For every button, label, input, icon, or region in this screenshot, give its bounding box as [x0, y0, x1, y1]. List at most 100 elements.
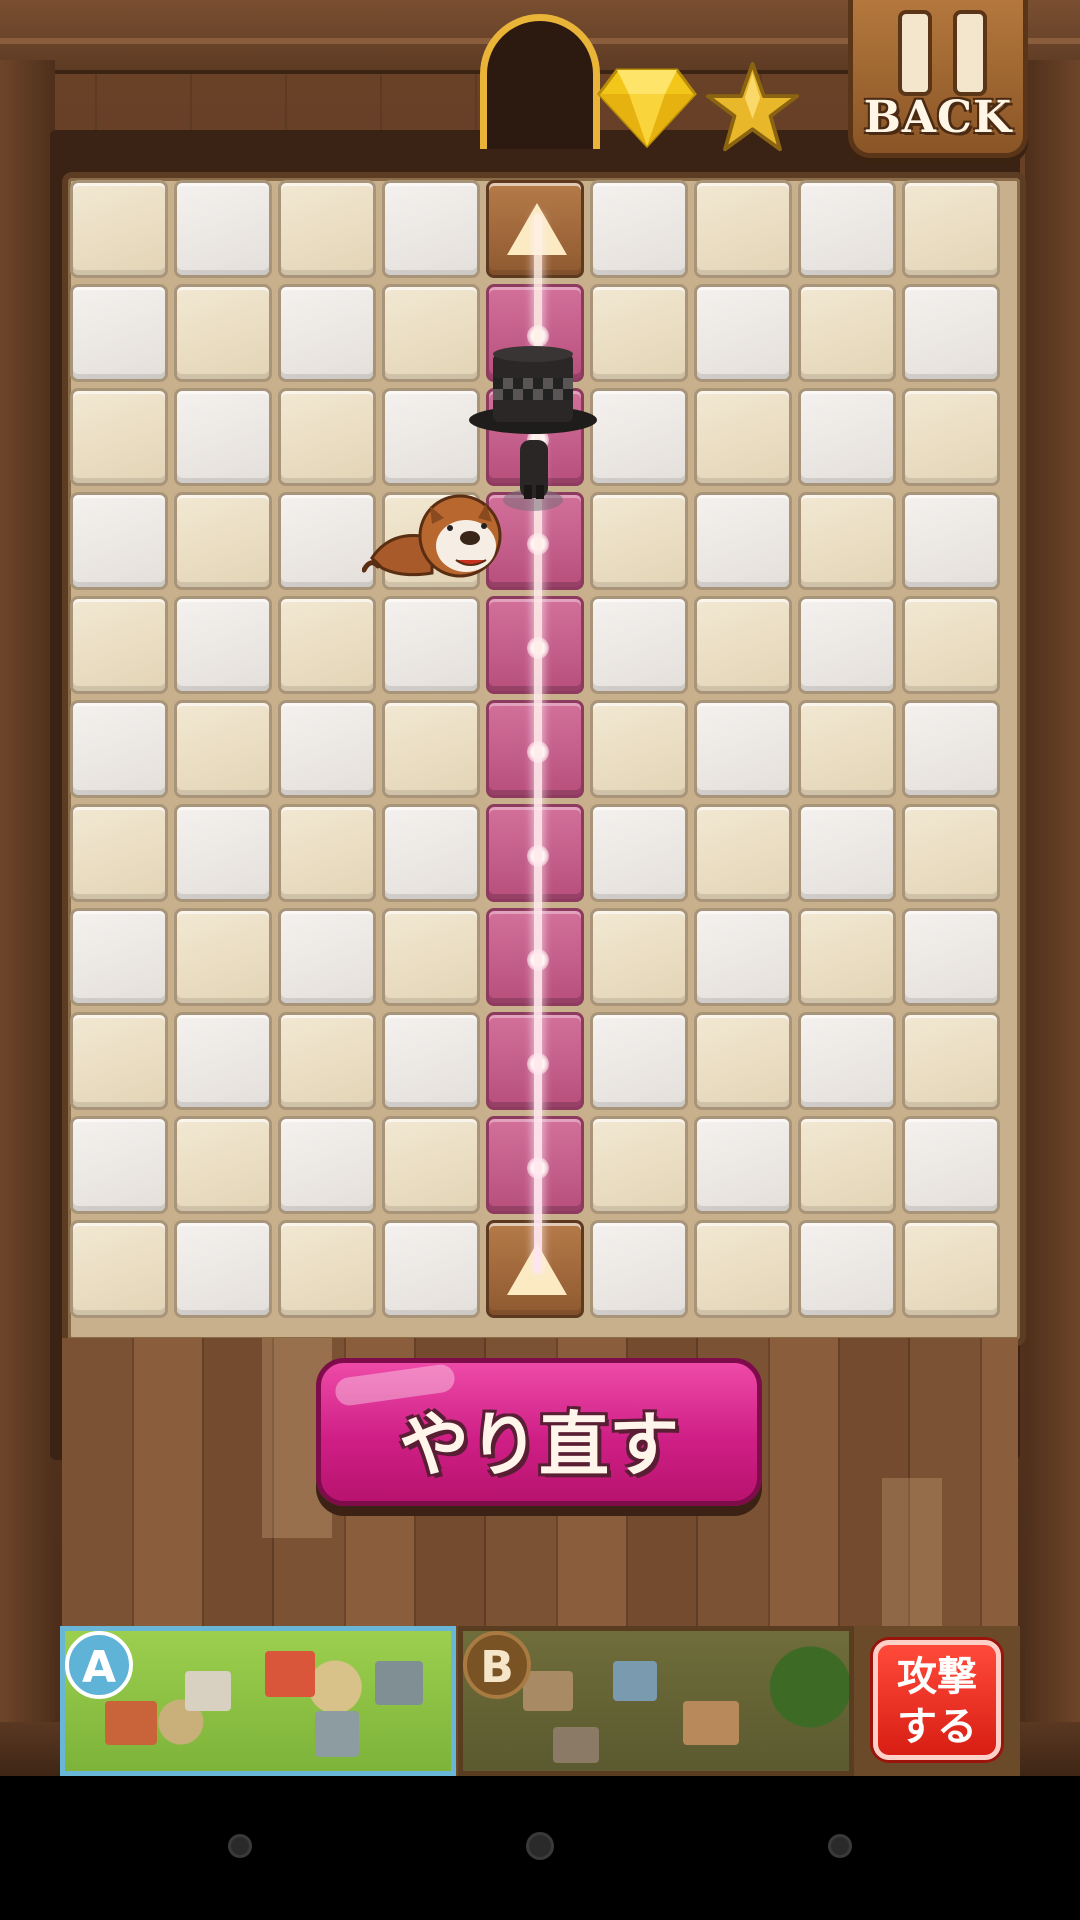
board-tile[interactable]	[798, 388, 896, 486]
board-tile[interactable]	[902, 388, 1000, 486]
board-tile[interactable]	[382, 804, 480, 902]
board-tile[interactable]	[694, 700, 792, 798]
board-tile[interactable]	[70, 804, 168, 902]
board-tile[interactable]	[382, 1012, 480, 1110]
left-wall-frame	[0, 60, 55, 1760]
board-tile[interactable]	[70, 596, 168, 694]
board-tile[interactable]	[798, 1220, 896, 1318]
board-tile[interactable]	[70, 1116, 168, 1214]
board-tile[interactable]	[694, 388, 792, 486]
board-tile[interactable]	[174, 908, 272, 1006]
board-tile[interactable]	[590, 804, 688, 902]
board-tile[interactable]	[174, 180, 272, 278]
board-tile[interactable]	[174, 700, 272, 798]
board-tile[interactable]	[174, 284, 272, 382]
board-tile[interactable]	[590, 700, 688, 798]
board-tile[interactable]	[798, 180, 896, 278]
board-tile[interactable]	[694, 804, 792, 902]
board-tile[interactable]	[902, 1220, 1000, 1318]
board-tile[interactable]	[278, 596, 376, 694]
nav-home-button[interactable]	[526, 1832, 554, 1860]
nav-recents-button[interactable]	[828, 1834, 852, 1858]
board-tile[interactable]	[798, 1012, 896, 1110]
board-tile[interactable]	[382, 596, 480, 694]
retry-button[interactable]: やり直す	[316, 1358, 762, 1506]
nav-back-button[interactable]	[228, 1834, 252, 1858]
board-tile[interactable]	[798, 492, 896, 590]
board-tile[interactable]	[590, 388, 688, 486]
board-tile[interactable]	[174, 492, 272, 590]
board-tile[interactable]	[590, 492, 688, 590]
board-tile[interactable]	[174, 1220, 272, 1318]
board-tile[interactable]	[70, 700, 168, 798]
board-tile[interactable]	[382, 388, 480, 486]
board-tile[interactable]	[278, 1116, 376, 1214]
board-tile[interactable]	[590, 1116, 688, 1214]
board-tile[interactable]	[902, 284, 1000, 382]
board-tile[interactable]	[382, 180, 480, 278]
board-tile[interactable]	[382, 908, 480, 1006]
board-tile[interactable]	[694, 492, 792, 590]
board-tile[interactable]	[694, 908, 792, 1006]
board-tile[interactable]	[902, 700, 1000, 798]
game-screen: BACK やり直す A B 攻撃 する	[0, 0, 1080, 1776]
board-tile[interactable]	[278, 804, 376, 902]
board-tile[interactable]	[174, 1116, 272, 1214]
board-tile[interactable]	[590, 1012, 688, 1110]
board-tile[interactable]	[174, 388, 272, 486]
bulldog-character[interactable]	[362, 488, 512, 588]
board-tile[interactable]	[902, 1012, 1000, 1110]
board-tile[interactable]	[694, 1220, 792, 1318]
board-tile[interactable]	[694, 1012, 792, 1110]
board-tile[interactable]	[70, 908, 168, 1006]
board-tile[interactable]	[70, 388, 168, 486]
village-b-panel[interactable]: B	[458, 1626, 854, 1776]
board-tile[interactable]	[902, 1116, 1000, 1214]
board-tile[interactable]	[798, 1116, 896, 1214]
board-tile[interactable]	[174, 804, 272, 902]
board-tile[interactable]	[590, 596, 688, 694]
exit-door-icon	[480, 14, 600, 149]
board-tile[interactable]	[70, 284, 168, 382]
board-tile[interactable]	[902, 492, 1000, 590]
board-tile[interactable]	[70, 1220, 168, 1318]
board-tile[interactable]	[798, 804, 896, 902]
gold-star-icon	[705, 61, 800, 152]
board-tile[interactable]	[590, 908, 688, 1006]
board-tile[interactable]	[382, 700, 480, 798]
board-tile[interactable]	[902, 180, 1000, 278]
board-tile[interactable]	[798, 908, 896, 1006]
board-tile[interactable]	[382, 1220, 480, 1318]
board-tile[interactable]	[382, 284, 480, 382]
board-tile[interactable]	[694, 1116, 792, 1214]
board-tile[interactable]	[278, 908, 376, 1006]
board-tile[interactable]	[174, 1012, 272, 1110]
board-tile[interactable]	[278, 180, 376, 278]
board-tile[interactable]	[902, 596, 1000, 694]
board-tile[interactable]	[278, 700, 376, 798]
board-tile[interactable]	[590, 284, 688, 382]
board-tile[interactable]	[278, 284, 376, 382]
board-tile[interactable]	[694, 180, 792, 278]
board-tile[interactable]	[902, 804, 1000, 902]
board-tile[interactable]	[278, 388, 376, 486]
board-tile[interactable]	[382, 1116, 480, 1214]
village-a-panel[interactable]: A	[60, 1626, 456, 1776]
board-tile[interactable]	[798, 700, 896, 798]
back-button[interactable]: BACK	[848, 0, 1028, 158]
board-tile[interactable]	[174, 596, 272, 694]
board-tile[interactable]	[278, 1012, 376, 1110]
board-tile[interactable]	[70, 492, 168, 590]
board-tile[interactable]	[902, 908, 1000, 1006]
back-label: BACK	[863, 92, 1013, 143]
board-tile[interactable]	[70, 1012, 168, 1110]
board-tile[interactable]	[590, 1220, 688, 1318]
board-tile[interactable]	[694, 284, 792, 382]
board-tile[interactable]	[694, 596, 792, 694]
board-tile[interactable]	[798, 596, 896, 694]
board-tile[interactable]	[278, 1220, 376, 1318]
attack-button[interactable]: 攻撃 する	[873, 1640, 1001, 1760]
board-tile[interactable]	[798, 284, 896, 382]
board-tile[interactable]	[70, 180, 168, 278]
board-tile[interactable]	[590, 180, 688, 278]
